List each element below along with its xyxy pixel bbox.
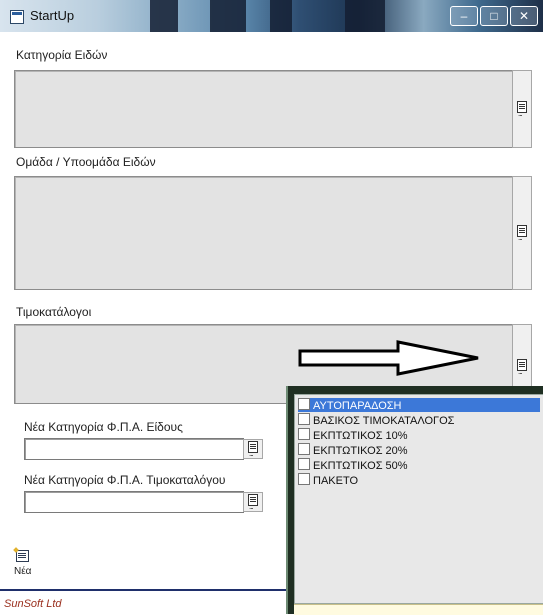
pricelist-dropdown: ΑΥΤΟΠΑΡΑΔΟΣΗ ΒΑΣΙΚΟΣ ΤΙΜΟΚΑΤΑΛΟΓΟΣ ΕΚΠΤΩ…: [286, 386, 543, 615]
footer-divider: [0, 589, 286, 591]
arrow-annotation-icon: [298, 340, 479, 376]
new-document-icon: [16, 550, 29, 562]
groups-browse-button[interactable]: [512, 176, 532, 290]
vat-pricelist-label: Νέα Κατηγορία Φ.Π.Α. Τιμοκαταλόγου: [24, 473, 226, 487]
pricelist-option-label: ΒΑΣΙΚΟΣ ΤΙΜΟΚΑΤΑΛΟΓΟΣ: [313, 415, 455, 427]
title-bar-decoration: [210, 0, 246, 32]
pricelist-checklist[interactable]: ΑΥΤΟΠΑΡΑΔΟΣΗ ΒΑΣΙΚΟΣ ΤΙΜΟΚΑΤΑΛΟΓΟΣ ΕΚΠΤΩ…: [294, 394, 543, 604]
new-button-label: Νέα: [14, 566, 32, 577]
list-icon: [248, 494, 258, 510]
list-icon: [517, 225, 527, 241]
pricelist-option[interactable]: ΕΚΠΤΩΤΙΚΟΣ 10%: [298, 428, 540, 442]
title-bar-decoration: [150, 0, 178, 32]
pricelist-option[interactable]: ΒΑΣΙΚΟΣ ΤΙΜΟΚΑΤΑΛΟΓΟΣ: [298, 413, 540, 427]
checkbox[interactable]: [298, 473, 310, 485]
checkbox[interactable]: [298, 458, 310, 470]
maximize-button[interactable]: □: [480, 6, 508, 26]
company-name: SunSoft Ltd: [4, 598, 62, 610]
list-icon: [248, 441, 258, 457]
minimize-button[interactable]: –: [450, 6, 478, 26]
groups-list[interactable]: [14, 176, 513, 290]
pricelist-option-label: ΕΚΠΤΩΤΙΚΟΣ 20%: [313, 445, 408, 457]
pricelist-dropdown-footer: [294, 604, 543, 615]
categories-label: Κατηγορία Ειδών: [16, 48, 108, 62]
categories-browse-button[interactable]: [512, 70, 532, 148]
vat-item-label: Νέα Κατηγορία Φ.Π.Α. Είδους: [24, 420, 183, 434]
list-icon: [517, 101, 527, 117]
close-button[interactable]: ✕: [510, 6, 538, 26]
pricelists-label: Τιμοκατάλογοι: [16, 305, 92, 319]
vat-item-browse-button[interactable]: [243, 439, 263, 459]
pricelist-option-label: ΠΑΚΕΤΟ: [313, 475, 359, 487]
window-title: StartUp: [30, 8, 75, 23]
pricelist-option[interactable]: ΕΚΠΤΩΤΙΚΟΣ 50%: [298, 458, 540, 472]
checkbox[interactable]: [298, 443, 310, 455]
new-button[interactable]: Νέα: [14, 550, 44, 580]
title-bar: StartUp – □ ✕: [0, 0, 543, 32]
vat-item-field[interactable]: [24, 438, 244, 460]
pricelist-option-label: ΑΥΤΟΠΑΡΑΔΟΣΗ: [313, 400, 402, 412]
checkbox[interactable]: [298, 398, 310, 410]
vat-pricelist-browse-button[interactable]: [243, 492, 263, 512]
checkbox[interactable]: [298, 413, 310, 425]
title-bar-decoration: [270, 0, 292, 32]
pricelist-option[interactable]: ΑΥΤΟΠΑΡΑΔΟΣΗ: [298, 398, 540, 412]
checkbox[interactable]: [298, 428, 310, 440]
pricelist-option[interactable]: ΕΚΠΤΩΤΙΚΟΣ 20%: [298, 443, 540, 457]
title-bar-decoration: [345, 0, 385, 32]
groups-label: Ομάδα / Υποομάδα Ειδών: [16, 155, 156, 169]
list-icon: [517, 359, 527, 375]
pricelists-browse-button[interactable]: [512, 324, 532, 392]
pricelist-option-label: ΕΚΠΤΩΤΙΚΟΣ 10%: [313, 430, 408, 442]
app-icon: [10, 10, 24, 24]
pricelist-option-label: ΕΚΠΤΩΤΙΚΟΣ 50%: [313, 460, 408, 472]
categories-list[interactable]: [14, 70, 513, 148]
pricelist-option[interactable]: ΠΑΚΕΤΟ: [298, 473, 540, 487]
vat-pricelist-field[interactable]: [24, 491, 244, 513]
